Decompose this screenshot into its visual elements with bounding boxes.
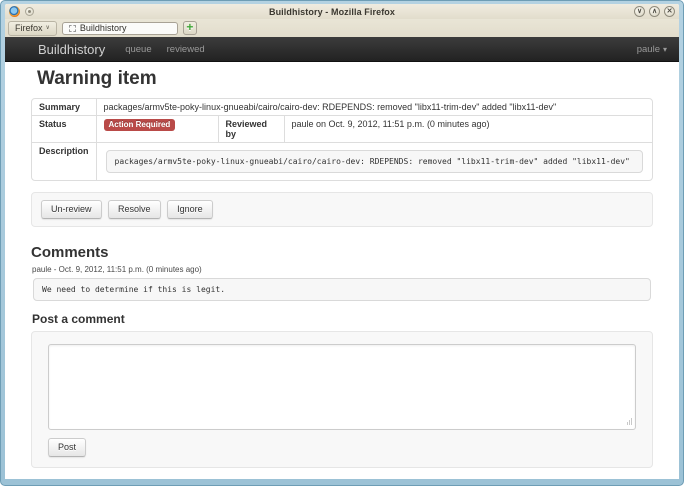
status-label: Status [32, 115, 96, 142]
post-button-row: Post [48, 438, 636, 457]
firefox-logo-icon [9, 6, 20, 17]
user-name: paule [637, 44, 660, 55]
close-button[interactable]: ✕ [664, 6, 675, 17]
comments-heading: Comments [31, 244, 653, 261]
window-title: Buildhistory - Mozilla Firefox [34, 7, 630, 17]
comment-textarea-wrap [48, 344, 636, 430]
table-row-summary: Summary packages/armv5te-poky-linux-gnue… [32, 99, 652, 115]
reviewed-by-value: paule on Oct. 9, 2012, 11:51 p.m. (0 min… [284, 115, 652, 142]
nav-link-queue[interactable]: queue [125, 44, 151, 55]
description-label: Description [32, 142, 96, 180]
comment-meta: paule - Oct. 9, 2012, 11:51 p.m. (0 minu… [32, 265, 653, 274]
menu-spinner-button[interactable] [25, 7, 34, 16]
maximize-button[interactable]: ∧ [649, 6, 660, 17]
comment-textarea[interactable] [48, 344, 636, 430]
warning-details-table: Summary packages/armv5te-poky-linux-gnue… [31, 98, 653, 181]
app-navbar: Buildhistory queue reviewed paule ▾ [5, 37, 679, 62]
tab-title: Buildhistory [80, 23, 127, 33]
tab-buildhistory[interactable]: Buildhistory [62, 22, 178, 35]
browser-window: Buildhistory - Mozilla Firefox ∨ ∧ ✕ Fir… [5, 4, 679, 479]
post-comment-well: Post [31, 331, 653, 468]
resolve-button[interactable]: Resolve [108, 200, 161, 219]
summary-label: Summary [32, 99, 96, 115]
summary-value: packages/armv5te-poky-linux-gnueabi/cair… [96, 99, 652, 115]
status-badge: Action Required [104, 119, 176, 131]
table-row-status: Status Action Required Reviewed by paule… [32, 115, 652, 142]
status-cell: Action Required [96, 115, 218, 142]
firefox-menu-label: Firefox [15, 23, 43, 33]
window-controls: ∨ ∧ ✕ [630, 6, 675, 17]
comment-text: We need to determine if this is legit. [33, 278, 651, 301]
minimize-button[interactable]: ∨ [634, 6, 645, 17]
user-menu[interactable]: paule ▾ [637, 44, 667, 55]
window-frame: Buildhistory - Mozilla Firefox ∨ ∧ ✕ Fir… [0, 0, 684, 486]
tab-bar: Firefox ∨ Buildhistory + [5, 19, 679, 37]
post-button[interactable]: Post [48, 438, 86, 457]
resize-grip-icon[interactable] [627, 418, 632, 425]
page-title: Warning item [37, 68, 653, 90]
favicon-placeholder-icon [69, 25, 76, 32]
titlebar: Buildhistory - Mozilla Firefox ∨ ∧ ✕ [5, 4, 679, 19]
navbar-brand[interactable]: Buildhistory [38, 42, 105, 57]
new-tab-button[interactable]: + [183, 21, 197, 35]
table-row-description: Description packages/armv5te-poky-linux-… [32, 142, 652, 180]
reviewed-by-label: Reviewed by [218, 115, 284, 142]
description-value: packages/armv5te-poky-linux-gnueabi/cair… [106, 150, 643, 173]
description-cell: packages/armv5te-poky-linux-gnueabi/cair… [96, 142, 652, 180]
actions-well: Un-review Resolve Ignore [31, 192, 653, 227]
nav-link-reviewed[interactable]: reviewed [167, 44, 205, 55]
ignore-button[interactable]: Ignore [167, 200, 213, 219]
un-review-button[interactable]: Un-review [41, 200, 102, 219]
firefox-menu-button[interactable]: Firefox ∨ [8, 21, 57, 36]
page-content: Warning item Summary packages/armv5te-po… [5, 62, 679, 479]
chevron-down-icon: ∨ [46, 24, 50, 31]
caret-down-icon: ▾ [663, 45, 667, 54]
post-comment-heading: Post a comment [32, 312, 653, 326]
